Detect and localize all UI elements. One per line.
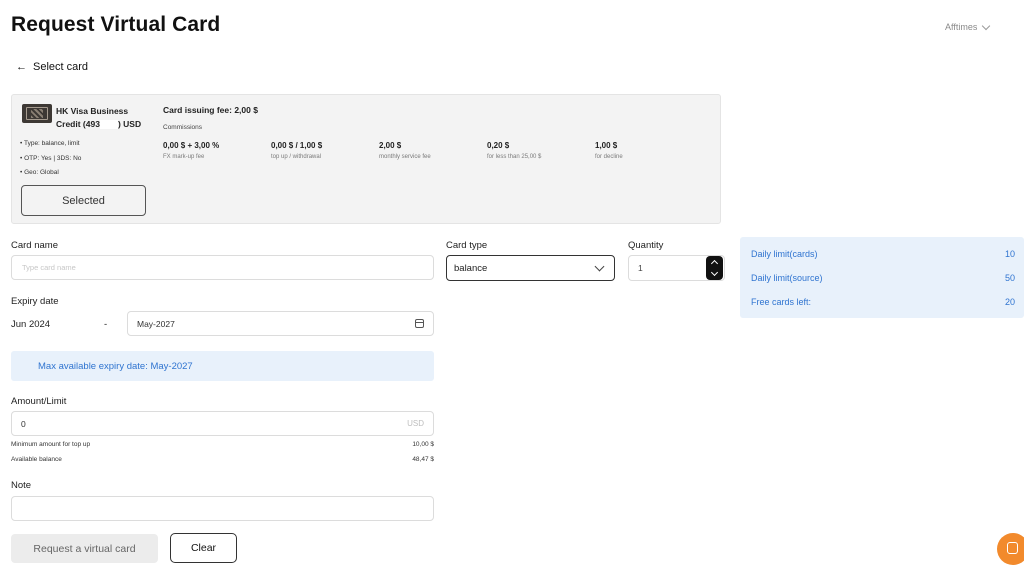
limits-panel: Daily limit(cards) 10 Daily limit(source… — [740, 237, 1024, 318]
limit-row-free-cards: Free cards left: 20 — [751, 297, 1015, 307]
limit-value: 50 — [1004, 273, 1015, 283]
card-name-label: Card name — [11, 240, 58, 251]
user-menu[interactable]: Afftimes — [945, 21, 991, 32]
commission-label: monthly service fee — [379, 154, 431, 160]
stepper-down-icon[interactable] — [710, 268, 719, 277]
amount-input[interactable]: 0 USD — [11, 411, 434, 436]
back-link-label: Select card — [33, 61, 89, 73]
clear-button[interactable]: Clear — [170, 533, 237, 563]
limit-label: Daily limit(source) — [751, 273, 823, 283]
limit-row-daily-source: Daily limit(source) 50 — [751, 273, 1015, 283]
expiry-range-dash: - — [104, 319, 108, 330]
max-expiry-notice: Max available expiry date: May-2027 — [11, 351, 434, 381]
page-title: Request Virtual Card — [11, 13, 221, 36]
chat-icon — [1007, 542, 1018, 554]
limit-label: Free cards left: — [751, 297, 812, 307]
card-currency-suffix: ) USD — [117, 119, 142, 129]
stepper-up-icon[interactable] — [710, 259, 719, 268]
card-thumbnail — [22, 104, 52, 123]
available-balance-value: 48,47 $ — [412, 456, 434, 463]
card-issuing-fee: Card issuing fee: 2,00 $ — [163, 105, 258, 115]
commission-topup: 0,00 $ / 1,00 $ top up / withdrawal — [271, 141, 322, 160]
min-amount-value: 10,00 $ — [412, 441, 434, 448]
card-name-line2: Credit (493 ) USD — [56, 118, 146, 131]
commission-small-tx: 0,20 $ for less than 25,00 $ — [487, 141, 541, 160]
available-balance-row: Available balance 48,47 $ — [11, 456, 434, 463]
amount-limit-label: Amount/Limit — [11, 396, 67, 407]
commission-label: top up / withdrawal — [271, 154, 322, 160]
limit-value: 20 — [1004, 297, 1015, 307]
limit-label: Daily limit(cards) — [751, 249, 818, 259]
amount-value: 0 — [21, 418, 26, 429]
card-type-value: balance — [454, 262, 488, 274]
card-name: HK Visa Business Credit (493 ) USD — [56, 105, 146, 131]
selected-card-panel: HK Visa Business Credit (493 ) USD • Type… — [11, 94, 721, 224]
user-name: Afftimes — [945, 22, 978, 32]
card-name-input[interactable]: Type card name — [11, 255, 434, 280]
amount-currency: USD — [407, 419, 424, 428]
commission-value: 1,00 $ — [595, 141, 618, 150]
card-name-line1: HK Visa Business — [56, 106, 129, 116]
limit-row-daily-cards: Daily limit(cards) 10 — [751, 249, 1015, 259]
quantity-label: Quantity — [628, 240, 664, 251]
back-to-select-card-link[interactable]: ← Select card — [16, 61, 88, 73]
chevron-down-icon — [982, 21, 991, 30]
card-spec-geo: • Geo: Global — [20, 169, 59, 176]
chat-launcher-button[interactable] — [997, 533, 1024, 565]
expiry-from-value: Jun 2024 — [11, 319, 51, 330]
card-spec-otp: • OTP: Yes | 3DS: No — [20, 154, 82, 162]
commission-value: 0,00 $ + 3,00 % — [163, 141, 220, 150]
chevron-down-icon — [594, 261, 605, 271]
commission-label: for decline — [595, 154, 623, 160]
quantity-value: 1 — [638, 263, 643, 273]
note-input[interactable] — [11, 496, 434, 521]
commission-fx: 0,00 $ + 3,00 % FX mark-up fee — [163, 141, 219, 160]
commission-label: FX mark-up fee — [163, 154, 205, 160]
commission-monthly: 2,00 $ monthly service fee — [379, 141, 431, 160]
selected-button[interactable]: Selected — [21, 185, 146, 216]
back-arrow-icon: ← — [16, 61, 27, 73]
request-virtual-card-button[interactable]: Request a virtual card — [11, 534, 158, 563]
available-balance-label: Available balance — [11, 456, 62, 463]
min-amount-row: Minimum amount for top up 10,00 $ — [11, 441, 434, 448]
calendar-icon[interactable] — [415, 319, 424, 328]
commission-decline: 1,00 $ for decline — [595, 141, 623, 160]
card-type-select[interactable]: balance — [446, 255, 615, 281]
card-spec-type: • Type: balance, limit — [20, 140, 80, 147]
expiry-date-picker[interactable]: May-2027 — [127, 311, 434, 336]
quantity-stepper[interactable] — [706, 256, 723, 280]
masked-card-digits — [99, 120, 118, 130]
note-label: Note — [11, 480, 32, 491]
min-amount-label: Minimum amount for top up — [11, 441, 91, 448]
commissions-label: Commissions — [163, 124, 203, 131]
card-number-prefix: Credit (493 — [56, 119, 100, 129]
expiry-date-label: Expiry date — [11, 296, 59, 307]
commission-label: for less than 25,00 $ — [487, 154, 542, 160]
card-type-label: Card type — [446, 240, 488, 251]
commission-value: 2,00 $ — [379, 141, 402, 150]
commission-value: 0,20 $ — [487, 141, 510, 150]
commission-value: 0,00 $ / 1,00 $ — [271, 141, 323, 150]
limit-value: 10 — [1004, 249, 1015, 259]
card-specs: • Type: balance, limit • OTP: Yes | 3DS:… — [20, 137, 81, 181]
expiry-to-value: May-2027 — [137, 318, 175, 329]
